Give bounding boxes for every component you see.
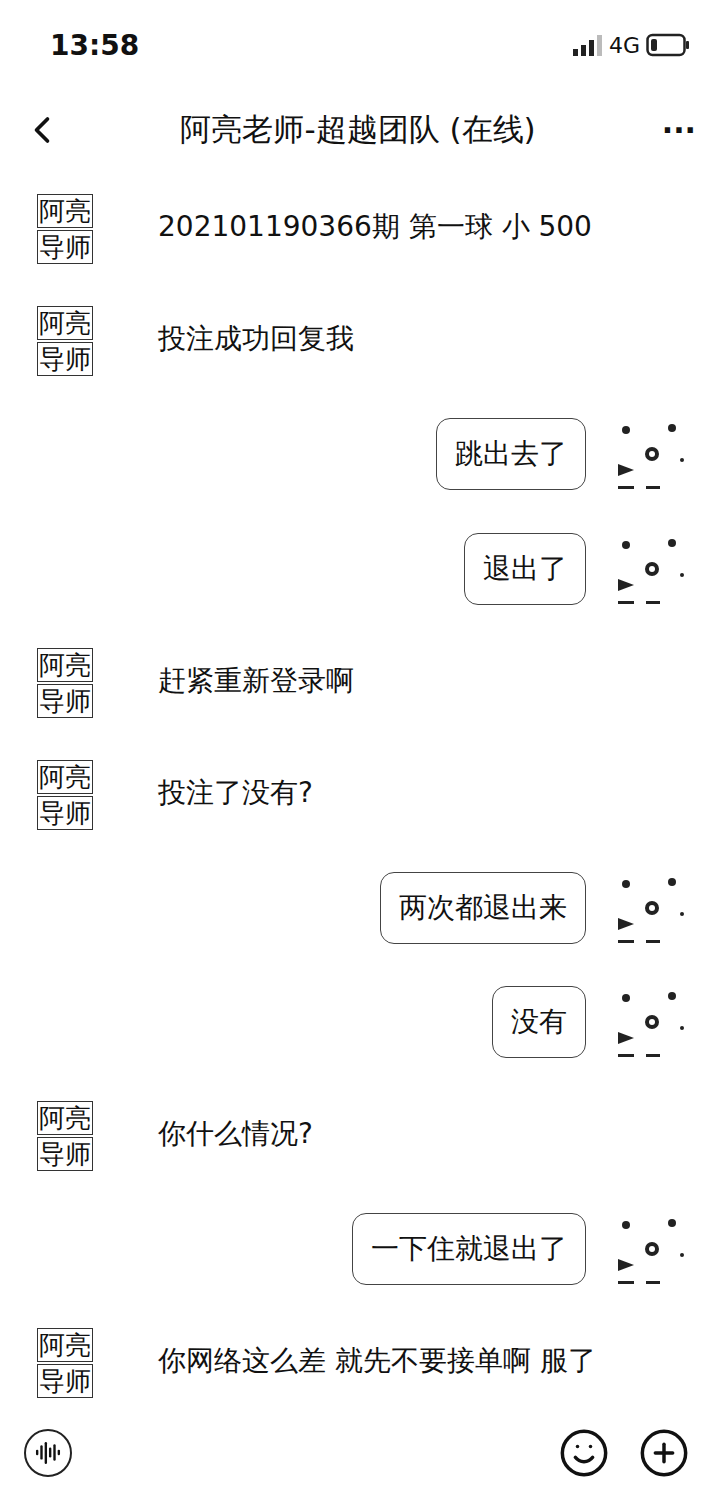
message-text: 202101190366期 第一球 小 500 (158, 194, 592, 246)
contact-avatar[interactable]: 阿亮导师 (30, 760, 100, 830)
user-avatar-icon[interactable] (612, 872, 690, 950)
user-avatar-icon[interactable] (612, 418, 690, 496)
contact-avatar[interactable]: 阿亮导师 (30, 194, 100, 264)
contact-avatar[interactable]: 阿亮导师 (30, 306, 100, 376)
contact-avatar[interactable]: 阿亮导师 (30, 648, 100, 718)
user-avatar-icon[interactable] (612, 1213, 690, 1291)
message-list: 阿亮导师202101190366期 第一球 小 500阿亮导师投注成功回复我跳出… (0, 170, 720, 1400)
message-bubble: 没有 (492, 986, 586, 1058)
emoji-button[interactable] (558, 1427, 610, 1479)
message-row: 阿亮导师 投注了没有? (30, 760, 690, 832)
message-text: 投注了没有? (158, 760, 313, 812)
message-bubble: 退出了 (464, 533, 586, 605)
message-row: 阿亮导师 你什么情况? (30, 1101, 690, 1173)
voice-button[interactable] (24, 1429, 72, 1477)
message-bubble: 两次都退出来 (380, 872, 586, 944)
chat-screen: 13:58 4G 阿亮老师-超越团队 (在线) ··· 阿亮导师 202101190366… (0, 0, 720, 1505)
menu-button[interactable]: ··· (636, 113, 696, 148)
plus-icon[interactable] (638, 1427, 690, 1479)
message-text: 你网络这么差 就先不要接单啊 服了 (158, 1328, 596, 1380)
message-text: 投注成功回复我 (158, 306, 354, 358)
status-time: 13:58 (50, 29, 139, 62)
message-text: 你什么情况? (158, 1101, 313, 1153)
message-text: 赶紧重新登录啊 (158, 648, 354, 700)
chat-title: 阿亮老师-超越团队 (在线) (92, 109, 624, 151)
input-bar (0, 1400, 720, 1505)
status-bar: 13:58 4G (0, 0, 720, 90)
voice-icon[interactable] (35, 1440, 61, 1466)
contact-avatar[interactable]: 阿亮导师 (30, 1328, 100, 1398)
signal-icon (573, 34, 603, 56)
message-row: 两次都退出来 (30, 872, 690, 947)
chat-header: 阿亮老师-超越团队 (在线) ··· (0, 90, 720, 170)
message-row: 阿亮导师 你网络这么差 就先不要接单啊 服了 (30, 1328, 690, 1400)
message-row: 没有 (30, 986, 690, 1061)
contact-avatar[interactable]: 阿亮导师 (30, 1101, 100, 1171)
message-row: 跳出去了 (30, 418, 690, 493)
plus-button[interactable] (638, 1427, 690, 1479)
battery-icon (646, 33, 690, 57)
status-indicators: 4G (573, 33, 690, 58)
network-type: 4G (609, 33, 640, 58)
message-row: 阿亮导师 投注成功回复我 (30, 306, 690, 378)
message-row: 退出了 (30, 533, 690, 608)
message-row: 阿亮导师 赶紧重新登录啊 (30, 648, 690, 720)
user-avatar-icon[interactable] (612, 986, 690, 1064)
back-button[interactable] (20, 108, 80, 152)
message-row: 阿亮导师 202101190366期 第一球 小 500 (30, 194, 690, 266)
back-arrow-icon[interactable] (20, 108, 64, 152)
message-row: 一下住就退出了 (30, 1213, 690, 1288)
user-avatar-icon[interactable] (612, 533, 690, 611)
message-bubble: 跳出去了 (436, 418, 586, 490)
message-bubble: 一下住就退出了 (352, 1213, 586, 1285)
emoji-icon[interactable] (558, 1427, 610, 1479)
